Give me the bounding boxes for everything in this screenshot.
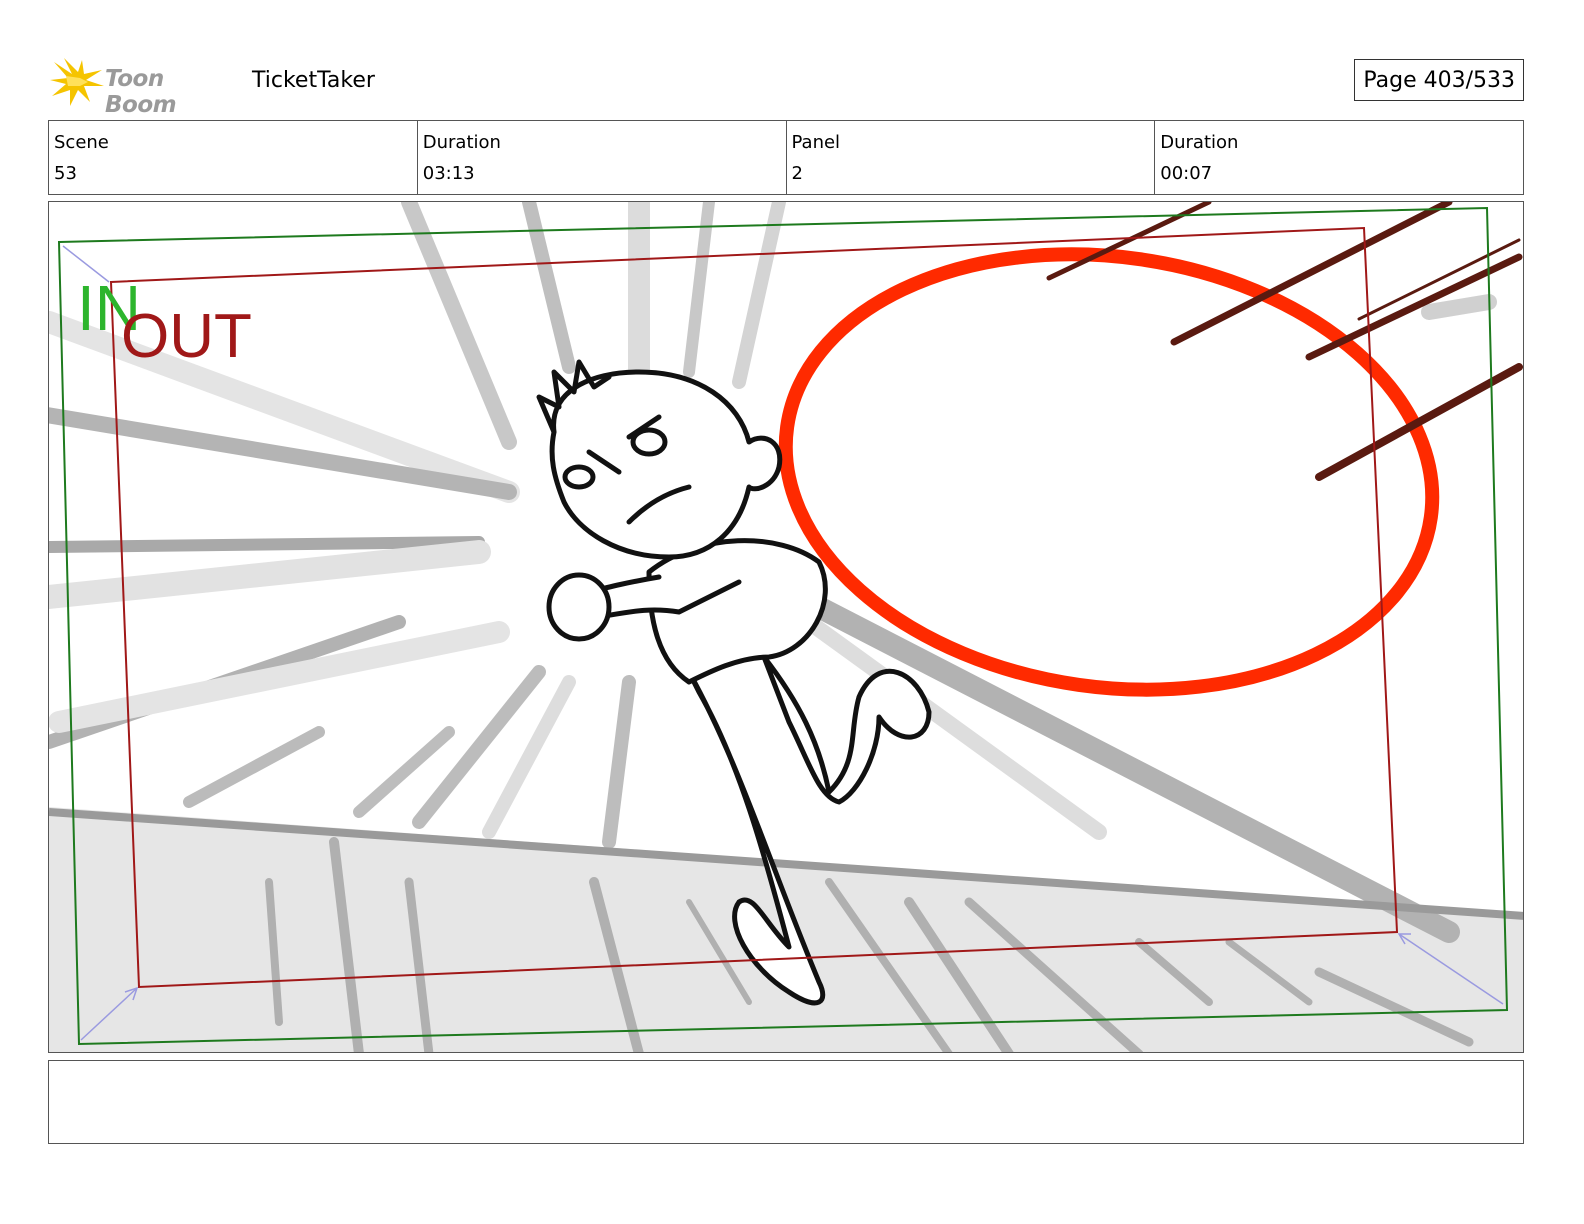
logo-text: Toon Boom bbox=[105, 66, 177, 118]
panel-duration-value: 00:07 bbox=[1160, 163, 1213, 184]
scene-cell: Scene 53 bbox=[49, 121, 418, 194]
scene-duration-cell: Duration 03:13 bbox=[418, 121, 787, 194]
toon-boom-star-icon bbox=[50, 58, 104, 106]
scene-duration-label: Duration bbox=[422, 132, 501, 153]
out-label: OUT bbox=[121, 302, 252, 371]
dark-motion-lines bbox=[1046, 202, 1523, 481]
panel-duration-cell: Duration 00:07 bbox=[1155, 121, 1523, 194]
panel-value: 2 bbox=[791, 163, 803, 184]
page-header: Toon Boom TicketTaker Page 403/533 bbox=[48, 52, 1524, 118]
scene-duration-value: 03:13 bbox=[422, 163, 475, 184]
scene-info-table: Scene 53 Duration 03:13 Panel 2 Duration… bbox=[48, 120, 1524, 195]
toon-boom-logo: Toon Boom bbox=[50, 52, 240, 118]
panel-label: Panel bbox=[791, 132, 841, 153]
panel-notes-box bbox=[48, 1060, 1524, 1144]
scene-value: 53 bbox=[54, 163, 77, 184]
panel-drawing: IN OUT bbox=[49, 202, 1523, 1052]
storyboard-panel: IN OUT bbox=[48, 201, 1524, 1053]
scene-label: Scene bbox=[54, 132, 109, 153]
panel-cell: Panel 2 bbox=[787, 121, 1156, 194]
panel-duration-label: Duration bbox=[1160, 132, 1239, 153]
project-title: TicketTaker bbox=[252, 68, 375, 93]
page-number: Page 403/533 bbox=[1354, 59, 1524, 101]
